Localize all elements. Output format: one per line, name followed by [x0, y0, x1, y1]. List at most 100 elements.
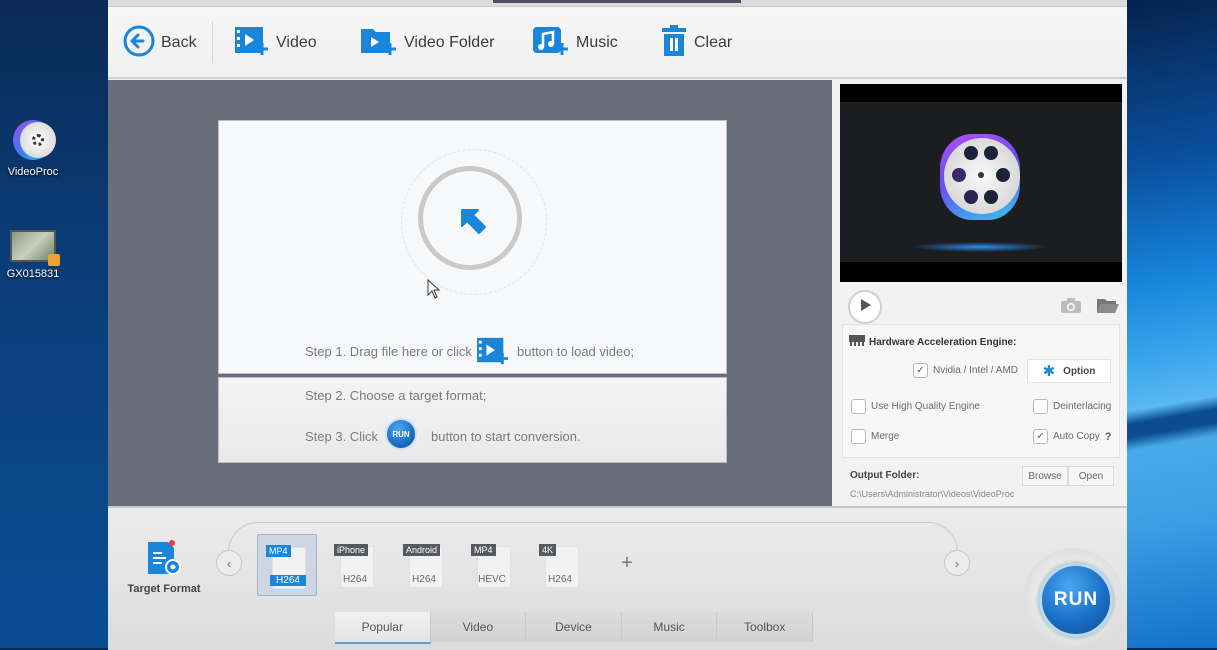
step1-text: Step 1. Drag file here or click — [305, 344, 472, 359]
gpu-label: Nvidia / Intel / AMD — [933, 365, 1019, 376]
trash-icon — [660, 24, 688, 62]
format-container-label: 4K — [539, 544, 557, 556]
step2-text: Step 2. Choose a target format; — [305, 388, 487, 403]
add-video-button[interactable]: Video — [234, 25, 317, 61]
open-button[interactable]: Open — [1068, 466, 1114, 486]
video-folder-icon — [360, 25, 398, 62]
run-button[interactable]: RUN — [1039, 563, 1113, 637]
step3-text: Step 3. Click — [305, 429, 378, 444]
inline-run-label: RUN — [392, 429, 410, 439]
tab-music[interactable]: Music — [621, 612, 718, 642]
format-container-label: MP4 — [471, 544, 496, 556]
desktop-icon-label: GX015831 — [6, 268, 60, 280]
inline-add-video-icon — [475, 336, 511, 371]
step1-text-after: button to load video; — [517, 344, 635, 359]
option-button[interactable]: ✱ Option — [1027, 359, 1111, 383]
target-format-bar: Target Format ‹ MP4 H264 iPhone H264 Android… — [108, 506, 1127, 650]
toolbar-divider — [212, 21, 213, 63]
auto-copy-label: Auto Copy — [1053, 431, 1100, 442]
format-tile[interactable]: MP4 H264 — [257, 534, 317, 596]
deinterlacing-label: Deinterlacing — [1053, 401, 1112, 412]
merge-label: Merge — [871, 431, 900, 442]
videoproc-app-icon — [11, 118, 56, 162]
logo-glow — [910, 242, 1050, 252]
merge-checkbox-box[interactable] — [851, 429, 866, 444]
music-label: Music — [576, 34, 618, 51]
add-format-button[interactable]: + — [614, 550, 640, 576]
clear-button[interactable]: Clear — [660, 24, 733, 62]
window-top-strip — [108, 0, 1127, 7]
format-tile[interactable]: MP4 HEVC — [463, 534, 521, 594]
clear-label: Clear — [694, 34, 733, 51]
format-codec-label: HEVC — [478, 574, 506, 585]
add-music-icon — [532, 25, 570, 62]
high-quality-label: Use High Quality Engine — [871, 401, 980, 412]
open-folder-button[interactable] — [1096, 298, 1120, 319]
gpu-checkbox[interactable]: ✓ Nvidia / Intel / AMD — [913, 363, 1018, 378]
desktop-background-right — [1127, 0, 1217, 648]
tab-toolbox[interactable]: Toolbox — [717, 612, 813, 642]
format-tile[interactable]: Android H264 — [395, 534, 453, 594]
drop-zone[interactable]: Step 1. Drag file here or click button t… — [218, 120, 727, 374]
snapshot-button[interactable] — [1060, 298, 1082, 319]
camera-icon — [1060, 298, 1082, 318]
output-folder-label: Output Folder: — [850, 470, 920, 481]
video-preview — [840, 84, 1122, 282]
high-quality-engine-checkbox[interactable]: Use High Quality Engine — [851, 399, 980, 414]
folder-icon — [1096, 299, 1120, 318]
mouse-cursor-icon — [427, 278, 441, 304]
side-panel: Hardware Acceleration Engine: ✓ Nvidia /… — [838, 80, 1127, 506]
gpu-checkbox-box[interactable]: ✓ — [913, 363, 928, 378]
desktop-icon-label: VideoProc — [7, 166, 59, 178]
plus-icon: + — [621, 551, 633, 574]
output-folder-section: Output Folder: Browse Open C:\Users\Admi… — [842, 458, 1118, 504]
target-format-section: Target Format — [122, 540, 206, 595]
target-format-icon — [144, 540, 184, 581]
carousel-prev-button[interactable]: ‹ — [216, 550, 242, 576]
category-tabs-row: Popular Video Device Music Toolbox — [108, 610, 1127, 644]
format-container-label: iPhone — [334, 544, 369, 556]
videoproc-logo — [936, 130, 1036, 230]
auto-copy-checkbox[interactable]: ✓ Auto Copy ? — [1033, 429, 1111, 444]
tab-device[interactable]: Device — [526, 612, 622, 642]
chevron-right-icon: › — [954, 555, 960, 571]
target-format-label: Target Format — [127, 583, 201, 595]
deinterlacing-checkbox-box[interactable] — [1033, 399, 1048, 414]
merge-checkbox[interactable]: Merge — [851, 429, 899, 444]
format-tile[interactable]: iPhone H264 — [326, 534, 384, 594]
carousel-next-button[interactable]: › — [944, 550, 970, 576]
format-container-label: Android — [403, 544, 441, 556]
browse-label: Browse — [1028, 470, 1062, 482]
help-icon[interactable]: ? — [1105, 431, 1112, 443]
format-container-label: MP4 — [266, 545, 291, 557]
desktop-icon-videoproc[interactable]: VideoProc — [0, 118, 66, 178]
format-codec-label: H264 — [270, 575, 306, 586]
open-label: Open — [1078, 470, 1104, 482]
option-label: Option — [1063, 365, 1096, 377]
tab-popular[interactable]: Popular — [335, 612, 431, 644]
add-video-folder-button[interactable]: Video Folder — [360, 25, 494, 61]
toolbar: Back Video Video Folder Music Clear — [108, 7, 1127, 79]
add-video-icon — [234, 25, 270, 62]
gear-icon: ✱ — [1042, 362, 1056, 380]
deinterlacing-checkbox[interactable]: Deinterlacing — [1033, 399, 1111, 414]
back-button[interactable]: Back — [123, 25, 197, 61]
auto-copy-checkbox-box[interactable]: ✓ — [1033, 429, 1048, 444]
main-workspace: Step 1. Drag file here or click button t… — [108, 80, 832, 506]
gpu-chip-icon — [849, 335, 865, 349]
high-quality-checkbox-box[interactable] — [851, 399, 866, 414]
hardware-acceleration-panel: Hardware Acceleration Engine: ✓ Nvidia /… — [842, 324, 1120, 458]
videoproc-window: Back Video Video Folder Music Clear Step… — [108, 0, 1127, 650]
chevron-left-icon: ‹ — [226, 555, 232, 571]
tab-video[interactable]: Video — [430, 612, 527, 642]
format-codec-label: H264 — [412, 574, 436, 585]
browse-button[interactable]: Browse — [1022, 466, 1068, 486]
inline-run-icon: RUN — [385, 418, 417, 450]
play-button[interactable] — [848, 290, 882, 324]
desktop-icon-gx015831[interactable]: GX015831 — [0, 230, 66, 280]
format-tile[interactable]: 4K H264 — [531, 534, 589, 594]
category-tabs: Popular Video Device Music Toolbox — [335, 612, 813, 644]
add-music-button[interactable]: Music — [532, 25, 618, 61]
hardware-title-label: Hardware Acceleration Engine: — [869, 336, 1017, 348]
format-codec-label: H264 — [343, 574, 367, 585]
